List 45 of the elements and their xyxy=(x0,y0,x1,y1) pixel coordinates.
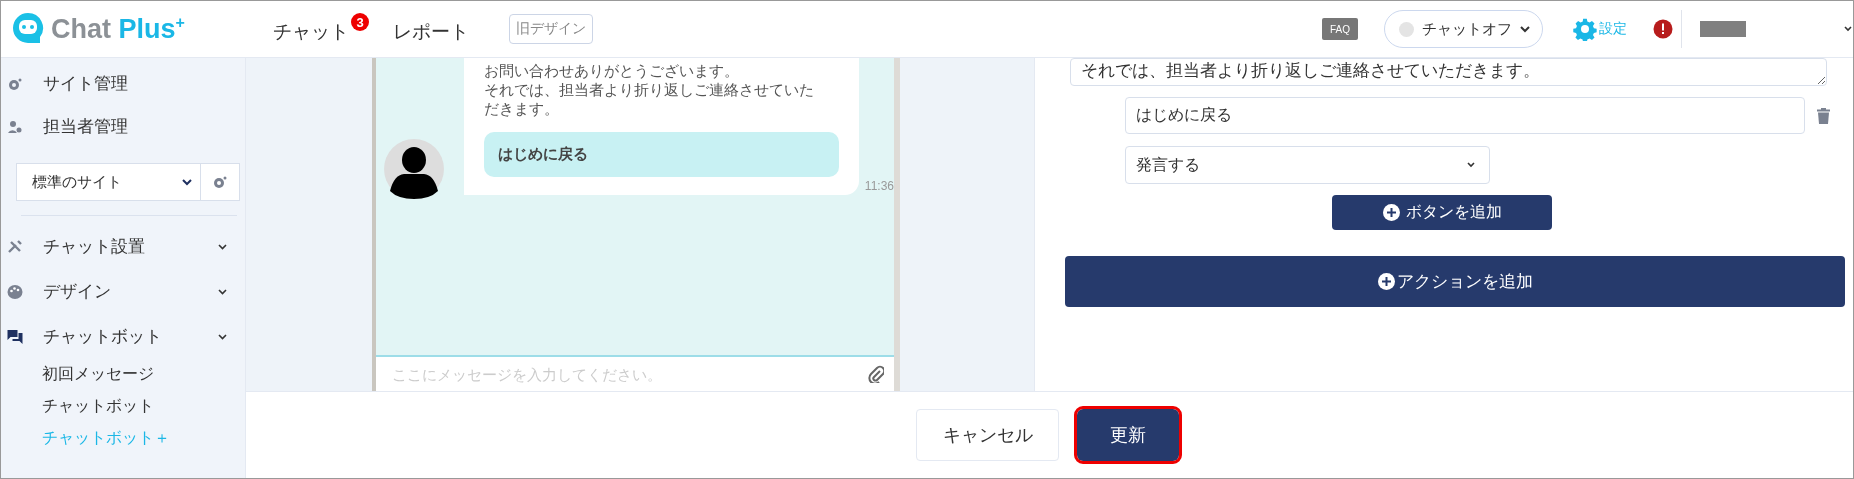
user-name-redacted xyxy=(1700,21,1746,37)
gear-icon xyxy=(7,76,23,91)
plus-circle-icon xyxy=(1377,273,1395,290)
gear-icon xyxy=(213,175,227,189)
sidebar-section[interactable]: デザイン xyxy=(1,269,245,314)
caret-icon xyxy=(182,178,192,186)
tools-icon xyxy=(7,239,23,254)
button-label-field[interactable]: はじめに戻る xyxy=(1125,97,1805,134)
logo-text: Chat Plus$^{+}$ xyxy=(51,13,185,45)
user-gear-icon xyxy=(7,119,23,134)
chevron-icon xyxy=(218,288,227,295)
avatar-icon xyxy=(384,139,444,199)
nav-link[interactable]: チャット xyxy=(273,13,349,45)
chevron-icon xyxy=(218,243,227,250)
caret-icon xyxy=(1467,162,1475,168)
caret-icon xyxy=(1520,25,1530,33)
choice-button[interactable]: はじめに戻る xyxy=(484,132,839,177)
caret-icon[interactable] xyxy=(1844,26,1852,32)
palette-icon xyxy=(7,284,23,299)
chat-status-toggle[interactable]: チャットオフ xyxy=(1384,10,1543,48)
message-time: 11:36 xyxy=(864,179,894,193)
chevron-icon xyxy=(218,333,227,340)
plus-circle-icon xyxy=(1382,204,1400,221)
chat-icon xyxy=(7,329,23,344)
sidebar-section[interactable]: チャットボット xyxy=(1,314,245,359)
sidebar-item[interactable]: サイト管理 xyxy=(1,62,245,105)
count-badge: 3 xyxy=(351,13,369,31)
faq-icon[interactable]: FAQ xyxy=(1322,18,1358,40)
nav-link[interactable]: レポート xyxy=(393,13,469,45)
sidebar-subitem[interactable]: チャットボット xyxy=(42,391,154,421)
message-text: お問い合わせありがとうございます。 それでは、担当者より折り返しご連絡させていただきます。 xyxy=(484,61,815,118)
update-button[interactable]: 更新 xyxy=(1077,409,1179,461)
add-button-button[interactable]: ボタンを追加 xyxy=(1332,195,1552,230)
trash-icon[interactable] xyxy=(1817,107,1830,124)
alert-icon[interactable] xyxy=(1653,19,1673,39)
sidebar-section[interactable]: チャット設置 xyxy=(1,224,245,269)
message-textarea[interactable]: それでは、担当者より折り返しご連絡させていただきます。 xyxy=(1070,58,1827,86)
paperclip-icon[interactable] xyxy=(868,365,884,383)
cancel-button[interactable]: キャンセル xyxy=(916,409,1059,461)
settings-icon xyxy=(1573,17,1597,41)
old-design-button[interactable]: 旧デザイン xyxy=(509,14,593,44)
action-select[interactable]: 発言する xyxy=(1125,146,1490,184)
add-action-button[interactable]: アクションを追加 xyxy=(1065,256,1845,307)
sidebar-subitem[interactable]: 初回メッセージ xyxy=(42,359,154,389)
sidebar-item[interactable]: 担当者管理 xyxy=(1,105,245,148)
